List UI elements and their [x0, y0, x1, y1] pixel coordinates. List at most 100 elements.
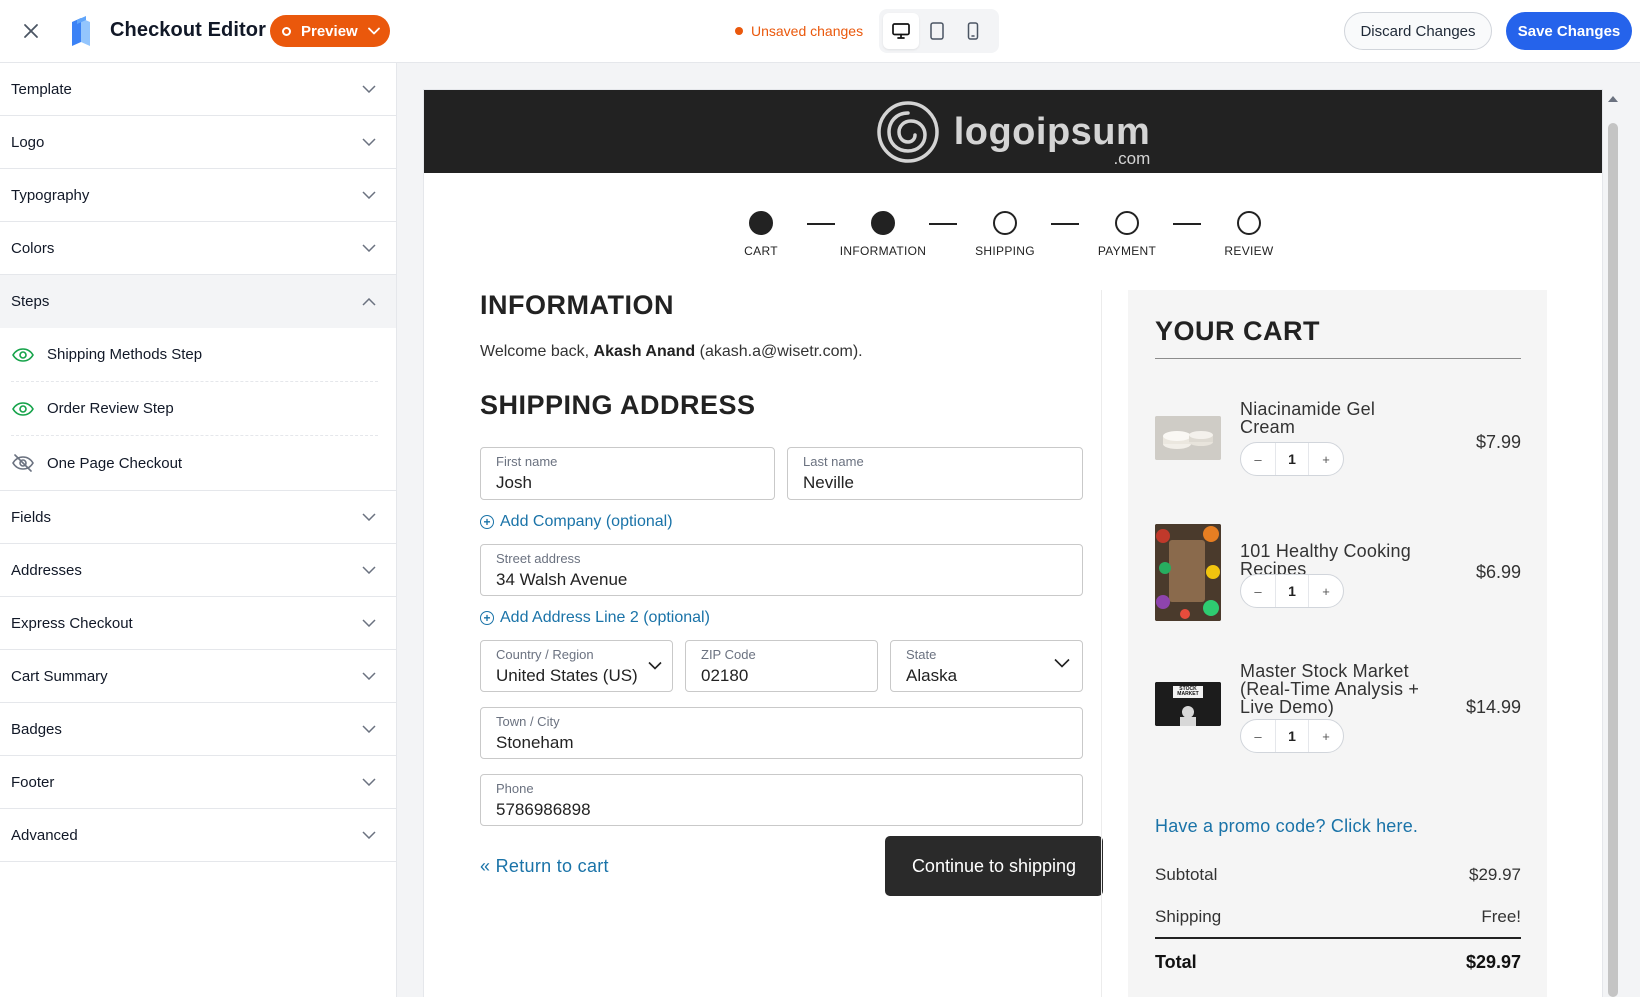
- section-label: Typography: [11, 186, 90, 204]
- scroll-up-button[interactable]: [1604, 90, 1622, 108]
- sidebar-section-cart-summary[interactable]: Cart Summary: [0, 650, 396, 703]
- sidebar-section-typography[interactable]: Typography: [0, 169, 396, 222]
- section-label: Advanced: [11, 826, 78, 844]
- progress-step-shipping[interactable]: SHIPPING: [945, 211, 1065, 258]
- first-name-field[interactable]: First name Josh: [480, 447, 775, 500]
- shipping-label: Shipping: [1155, 907, 1222, 926]
- field-label: Street address: [496, 551, 581, 566]
- section-label: Addresses: [11, 561, 82, 579]
- scrollbar-thumb[interactable]: [1608, 123, 1618, 997]
- step-done-icon: [749, 211, 773, 235]
- field-value: 5786986898: [496, 800, 591, 819]
- column-divider: [1101, 290, 1102, 997]
- continue-to-shipping-button[interactable]: Continue to shipping: [885, 836, 1103, 896]
- phone-field[interactable]: Phone 5786986898: [480, 774, 1083, 826]
- device-switcher: [879, 9, 999, 53]
- desktop-view-button[interactable]: [883, 13, 919, 49]
- progress-step-payment[interactable]: PAYMENT: [1067, 211, 1187, 258]
- tablet-icon: [930, 22, 944, 40]
- cart-title: YOUR CART: [1155, 316, 1320, 346]
- add-company-label: Add Company (optional): [500, 513, 673, 530]
- sidebar-section-badges[interactable]: Badges: [0, 703, 396, 756]
- plus-circle-icon: +: [480, 611, 494, 625]
- decrease-qty-button[interactable]: –: [1241, 729, 1275, 744]
- eye-icon[interactable]: [11, 343, 35, 367]
- state-select[interactable]: State Alaska: [890, 640, 1083, 692]
- sidebar-section-addresses[interactable]: Addresses: [0, 544, 396, 597]
- tablet-view-button[interactable]: [919, 13, 955, 49]
- cart-summary: YOUR CART Niacinamide Gel Cream $7.99 – …: [1128, 290, 1547, 997]
- country-select[interactable]: Country / Region United States (US): [480, 640, 673, 692]
- product-price: $7.99: [1475, 432, 1521, 452]
- decrease-qty-button[interactable]: –: [1241, 452, 1275, 467]
- chevron-down-icon: [367, 27, 380, 35]
- chevron-down-icon: [362, 85, 376, 93]
- increase-qty-button[interactable]: +: [1309, 584, 1343, 599]
- field-value: 34 Walsh Avenue: [496, 570, 628, 589]
- top-bar: Checkout Editor Preview Unsaved changes …: [0, 0, 1640, 63]
- sidebar-section-express-checkout[interactable]: Express Checkout: [0, 597, 396, 650]
- preview-label: Preview: [301, 22, 358, 40]
- cart-item: Niacinamide Gel Cream $7.99 – 1 +: [1155, 400, 1521, 480]
- step-current-icon: [871, 211, 895, 235]
- desktop-icon: [892, 23, 910, 39]
- eye-icon[interactable]: [11, 397, 35, 421]
- save-changes-button[interactable]: Save Changes: [1506, 12, 1632, 50]
- quantity-value[interactable]: 1: [1275, 443, 1309, 475]
- unsaved-label: Unsaved changes: [751, 23, 864, 39]
- quantity-value[interactable]: 1: [1275, 575, 1309, 607]
- step-item-one-page-checkout[interactable]: One Page Checkout: [11, 436, 378, 490]
- promo-code-link[interactable]: Have a promo code? Click here.: [1155, 816, 1418, 837]
- increase-qty-button[interactable]: +: [1309, 452, 1343, 467]
- increase-qty-button[interactable]: +: [1309, 729, 1343, 744]
- step-item-shipping-methods[interactable]: Shipping Methods Step: [11, 328, 378, 382]
- steps-section-body: Shipping Methods Step Order Review Step …: [0, 328, 396, 491]
- sidebar-section-footer[interactable]: Footer: [0, 756, 396, 809]
- close-button[interactable]: [18, 18, 44, 44]
- sidebar-section-fields[interactable]: Fields: [0, 491, 396, 544]
- mobile-view-button[interactable]: [955, 13, 991, 49]
- field-value: Josh: [496, 473, 532, 492]
- product-name: (Real-Time Analysis +: [1240, 679, 1420, 699]
- section-label: Logo: [11, 133, 45, 151]
- field-value: United States (US): [496, 666, 638, 685]
- section-label: Steps: [11, 293, 50, 310]
- return-to-cart-link[interactable]: « Return to cart: [480, 856, 609, 877]
- product-price: $14.99: [1465, 697, 1521, 717]
- sidebar-section-template[interactable]: Template: [0, 63, 396, 116]
- section-label: Footer: [11, 773, 55, 791]
- chevron-down-icon: [362, 513, 376, 521]
- field-label: Town / City: [496, 714, 560, 729]
- total-row: Total $29.97: [1155, 952, 1521, 973]
- zip-code-field[interactable]: ZIP Code 02180: [685, 640, 878, 692]
- chevron-down-icon: [362, 191, 376, 199]
- town-city-field[interactable]: Town / City Stoneham: [480, 707, 1083, 759]
- sidebar-section-steps[interactable]: Steps: [0, 275, 396, 328]
- brand-name: logoipsum: [953, 110, 1151, 153]
- brand-logo: logoipsum .com: [876, 100, 1151, 167]
- eye-off-icon[interactable]: [11, 451, 35, 475]
- product-name: Cream: [1240, 417, 1296, 437]
- preview-button[interactable]: Preview: [270, 15, 390, 47]
- progress-step-review[interactable]: REVIEW: [1189, 211, 1309, 258]
- quantity-value[interactable]: 1: [1275, 720, 1309, 752]
- chevron-up-icon: [362, 297, 376, 306]
- product-price: $6.99: [1475, 562, 1521, 582]
- product-name: Live Demo): [1240, 697, 1335, 717]
- add-address-line2-link[interactable]: + Add Address Line 2 (optional): [480, 609, 710, 627]
- progress-step-information[interactable]: INFORMATION: [823, 211, 943, 258]
- last-name-field[interactable]: Last name Neville: [787, 447, 1083, 500]
- sidebar-section-advanced[interactable]: Advanced: [0, 809, 396, 862]
- shipping-value: Free!: [1481, 907, 1521, 926]
- decrease-qty-button[interactable]: –: [1241, 584, 1275, 599]
- progress-step-cart[interactable]: CART: [701, 211, 821, 258]
- plus-circle-icon: +: [480, 515, 494, 529]
- chevron-down-icon: [362, 725, 376, 733]
- add-company-link[interactable]: + Add Company (optional): [480, 513, 673, 531]
- street-address-field[interactable]: Street address 34 Walsh Avenue: [480, 544, 1083, 596]
- sidebar-section-colors[interactable]: Colors: [0, 222, 396, 275]
- discard-changes-button[interactable]: Discard Changes: [1344, 12, 1492, 50]
- sidebar-section-logo[interactable]: Logo: [0, 116, 396, 169]
- step-item-order-review[interactable]: Order Review Step: [11, 382, 378, 436]
- step-todo-icon: [1237, 211, 1261, 235]
